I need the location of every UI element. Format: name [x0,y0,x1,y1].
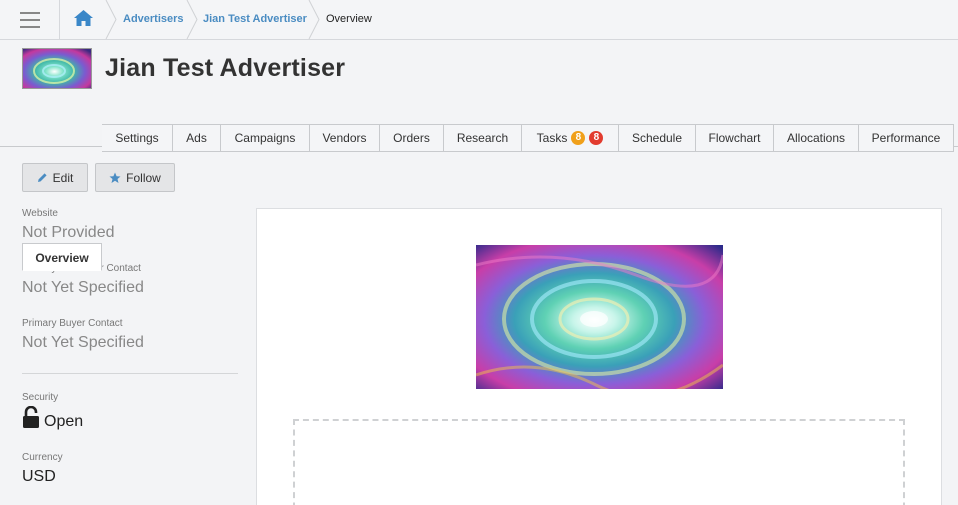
star-icon [109,172,121,183]
tab-overview[interactable]: Overview [22,243,102,271]
tab-label: Allocations [786,131,846,145]
tab-label: Performance [871,131,941,145]
breadcrumb-current: Overview [326,13,372,25]
tab-vendors[interactable]: Vendors [310,124,380,152]
hamburger-menu-icon[interactable] [0,0,60,39]
breadcrumb-separator [308,0,320,39]
sidebar-divider [22,373,238,374]
page-title: Jian Test Advertiser [105,54,346,82]
website-value: Not Provided [22,224,115,241]
currency-value: USD [22,468,56,485]
tab-performance[interactable]: Performance [859,124,954,152]
breadcrumb-advertisers[interactable]: Advertisers [123,0,184,39]
unlock-icon [23,406,39,428]
tab-schedule[interactable]: Schedule [619,124,696,152]
upload-dropzone[interactable] [293,419,905,505]
home-button[interactable] [61,0,107,39]
tab-label: Overview [35,250,89,265]
tab-label: Research [456,131,509,145]
currency-label: Currency [22,452,63,463]
follow-button[interactable]: Follow [95,163,175,192]
tab-label: Orders [393,131,430,145]
tab-flowchart[interactable]: Flowchart [696,124,774,152]
tab-bar: Overview Settings Ads Campaigns Vendors … [22,119,954,271]
tab-label: Ads [186,131,207,145]
top-bar: Advertisers Jian Test Advertiser Overvie… [0,0,958,40]
advertiser-thumbnail [22,48,92,89]
tab-tasks[interactable]: Tasks 8 8 [522,124,619,152]
tab-orders[interactable]: Orders [380,124,444,152]
tab-ads[interactable]: Ads [173,124,221,152]
tab-label: Schedule [631,131,683,145]
tab-allocations[interactable]: Allocations [774,124,859,152]
edit-button-label: Edit [52,170,74,185]
breadcrumb-separator [105,0,117,39]
pencil-icon [37,173,47,182]
tab-campaigns[interactable]: Campaigns [221,124,310,152]
tab-label: Vendors [322,131,367,145]
tab-settings[interactable]: Settings [102,124,173,152]
tab-research[interactable]: Research [444,124,522,152]
tab-label: Campaigns [234,131,296,145]
edit-button[interactable]: Edit [22,163,88,192]
tasks-count-badge: 8 [571,131,586,145]
breadcrumb-separator [186,0,198,39]
home-icon [74,10,93,26]
buyer-contact-value: Not Yet Specified [22,334,144,351]
tab-label: Tasks [536,131,568,145]
tasks-overdue-badge: 8 [589,131,604,145]
advertiser-logo-image [476,245,723,389]
buyer-contact-label: Primary Buyer Contact [22,318,123,329]
follow-button-label: Follow [126,170,161,185]
primary-contact-value: Not Yet Specified [22,279,144,296]
security-value: Open [44,413,84,430]
security-label: Security [22,392,59,403]
website-label: Website [22,208,58,219]
breadcrumb-advertiser[interactable]: Jian Test Advertiser [203,0,307,39]
tab-label: Flowchart [708,131,761,145]
tab-label: Settings [115,131,159,145]
